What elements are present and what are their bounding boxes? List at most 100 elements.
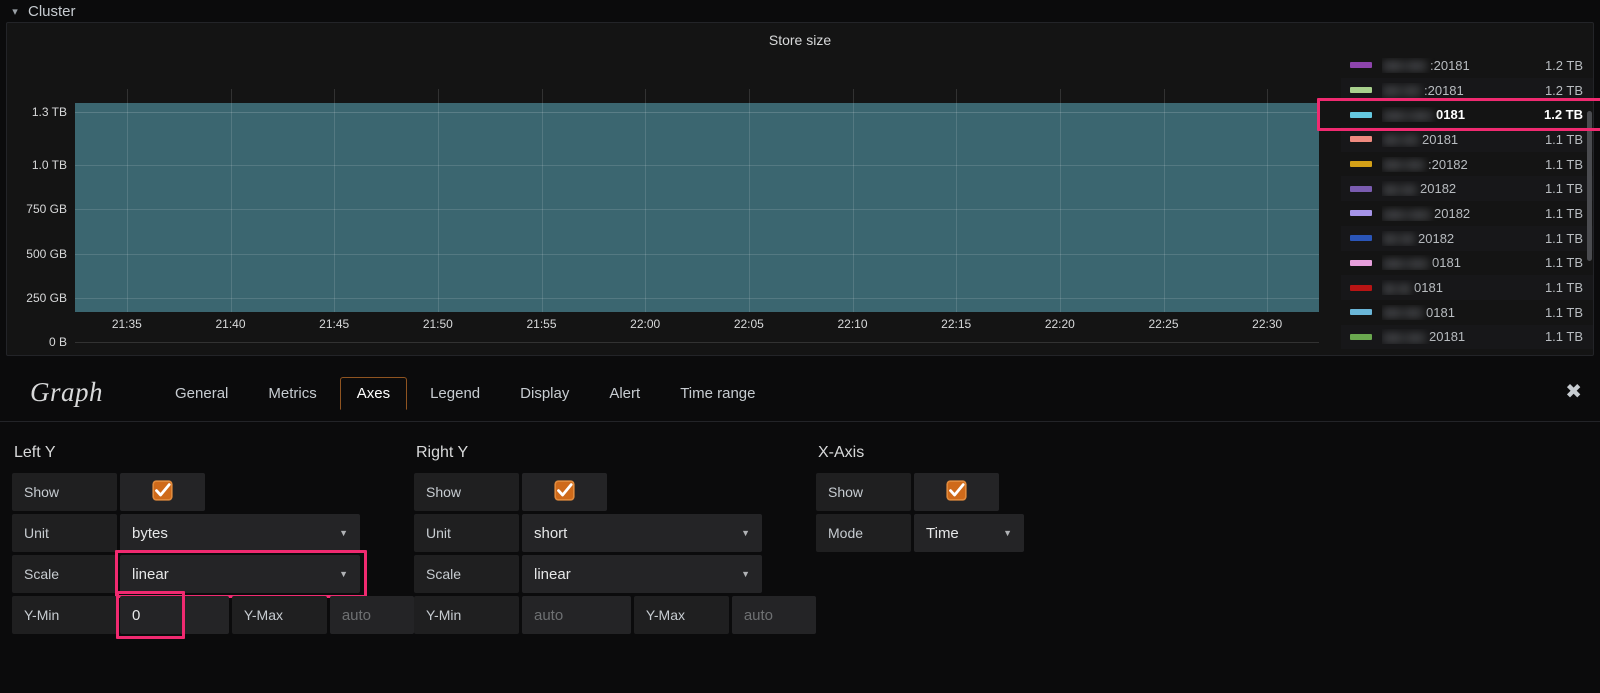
tab-legend[interactable]: Legend [413,377,497,410]
graph-area[interactable]: 1.3 TB1.0 TB750 GB500 GB250 GB0 B 21:352… [7,51,1341,355]
legend-color-swatch[interactable] [1350,285,1372,291]
x-axis-mode-label: Mode [816,514,911,552]
left-y-max-input[interactable]: auto [330,596,414,634]
chevron-down-icon[interactable]: ▾ [8,4,22,18]
left-y-show-label: Show [12,473,117,511]
tab-alert[interactable]: Alert [592,377,657,410]
legend-series-value: 1.1 TB [1525,329,1583,344]
legend-series-value: 1.2 TB [1525,107,1583,122]
left-y-scale-select[interactable]: linear ▼ [120,555,360,593]
x-axis-show-row: Show [816,473,1216,511]
x-axis-tick-label: 21:50 [423,317,453,331]
legend-series-label: :20181 [1382,58,1525,73]
chevron-down-icon: ▼ [1003,528,1012,538]
row-header-cluster[interactable]: ▾ Cluster [0,0,1600,22]
left-y-unit-row: Unit bytes ▼ [12,514,414,552]
legend-color-swatch[interactable] [1350,186,1372,192]
legend-color-swatch[interactable] [1350,62,1372,68]
legend-color-swatch[interactable] [1350,112,1372,118]
legend-series-name: 0181 [1432,255,1461,270]
redacted-text [1382,159,1426,171]
gridline-vertical [749,89,750,312]
gridline-horizontal [75,298,1319,299]
left-y-unit-label: Unit [12,514,117,552]
legend-series-value: 1.1 TB [1525,157,1583,172]
legend-color-swatch[interactable] [1350,161,1372,167]
graph-legend[interactable]: :201811.2 TB :201811.2 TB 01811.2 TB 201… [1341,53,1593,351]
legend-series-label: 20181 [1382,329,1525,344]
tab-general[interactable]: General [158,377,245,410]
x-axis-tick-label: 21:45 [319,317,349,331]
checkbox-checked-icon[interactable] [152,480,173,505]
legend-color-swatch[interactable] [1350,210,1372,216]
redacted-text [1382,258,1430,270]
legend-series-name: :20182 [1428,157,1468,172]
x-axis-tick-label: 22:10 [837,317,867,331]
right-y-scale-value: linear [534,566,571,583]
x-axis-mode-select[interactable]: Time ▼ [914,514,1024,552]
legend-color-swatch[interactable] [1350,309,1372,315]
legend-series-name: 0181 [1426,305,1455,320]
legend-color-swatch[interactable] [1350,260,1372,266]
tab-display[interactable]: Display [503,377,586,410]
gridline-vertical [1267,89,1268,312]
legend-color-swatch[interactable] [1350,87,1372,93]
chevron-down-icon: ▼ [741,528,750,538]
redacted-text [1382,283,1412,295]
right-y-scale-select[interactable]: linear ▼ [522,555,762,593]
x-axis-show-checkbox[interactable] [914,473,999,511]
tab-metrics[interactable]: Metrics [251,377,333,410]
left-y-unit-select[interactable]: bytes ▼ [120,514,360,552]
legend-series-value: 1.1 TB [1525,181,1583,196]
legend-row[interactable]: 201821.1 TB [1341,226,1593,251]
legend-row[interactable]: 201811.1 TB [1341,127,1593,152]
gridline-horizontal [75,112,1319,113]
legend-scrollbar[interactable] [1587,111,1592,261]
legend-row[interactable]: :201811.2 TB [1341,78,1593,103]
legend-row[interactable]: :20182 1.1 TB [1341,152,1593,177]
legend-row[interactable]: :201811.2 TB [1341,53,1593,78]
redacted-text [1382,184,1418,196]
legend-row[interactable]: 01811.2 TB [1341,102,1593,127]
checkbox-checked-icon[interactable] [946,480,967,505]
legend-color-swatch[interactable] [1350,334,1372,340]
legend-series-value: 1.1 TB [1525,280,1583,295]
gridline-horizontal [75,342,1319,343]
checkbox-checked-icon[interactable] [554,480,575,505]
right-y-section: Right Y Show Unit short ▼ [414,444,816,637]
legend-series-name: 20182 [1434,206,1470,221]
legend-series-value: 1.1 TB [1525,231,1583,246]
right-y-unit-select[interactable]: short ▼ [522,514,762,552]
legend-row[interactable]: 01811.1 TB [1341,251,1593,276]
tab-axes[interactable]: Axes [340,377,407,410]
left-y-show-checkbox[interactable] [120,473,205,511]
legend-row[interactable]: 201821.1 TB [1341,201,1593,226]
x-axis: 21:3521:4021:4521:5021:5522:0022:0522:10… [75,317,1319,337]
legend-series-value: 1.2 TB [1525,58,1583,73]
tab-time-range[interactable]: Time range [663,377,772,410]
x-axis-mode-value: Time [926,525,959,542]
legend-color-swatch[interactable] [1350,136,1372,142]
legend-row[interactable]: 01811.1 TB [1341,275,1593,300]
right-y-max-input[interactable]: auto [732,596,816,634]
gridline-vertical [645,89,646,312]
plot-region[interactable] [75,89,1319,312]
y-axis-tick-label: 500 GB [26,247,67,261]
gridline-vertical [127,89,128,312]
x-axis-tick-label: 22:05 [734,317,764,331]
y-axis-tick-label: 250 GB [26,291,67,305]
left-y-min-label: Y-Min [12,596,117,634]
x-axis-section: X-Axis Show Mode Time ▼ [816,444,1216,637]
left-y-min-input[interactable]: 0 [120,596,229,634]
gridline-vertical [853,89,854,312]
legend-color-swatch[interactable] [1350,235,1372,241]
legend-row[interactable]: 201821.1 TB [1341,176,1593,201]
close-icon[interactable]: ✖ [1565,382,1582,402]
legend-row[interactable]: 201811.1 TB [1341,325,1593,350]
panel-title[interactable]: Store size [7,23,1593,48]
legend-row[interactable]: 01811.1 TB [1341,300,1593,325]
right-y-show-checkbox[interactable] [522,473,607,511]
right-y-min-input[interactable]: auto [522,596,631,634]
y-axis-tick-label: 750 GB [26,202,67,216]
legend-series-label: 0181 [1382,305,1525,320]
